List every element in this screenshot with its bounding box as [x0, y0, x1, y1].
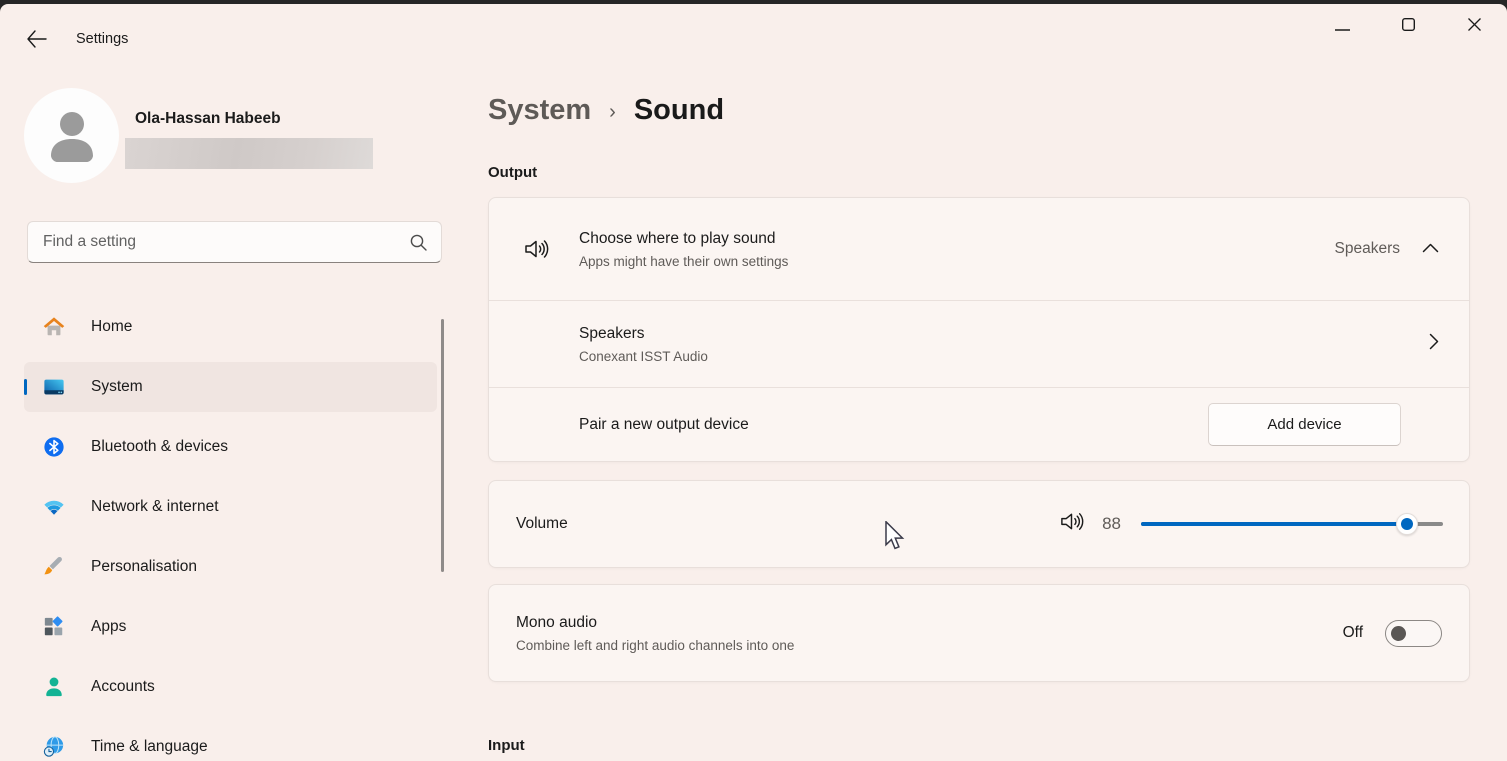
- close-icon: [1468, 18, 1481, 36]
- system-icon: [43, 376, 65, 398]
- choose-output-title: Choose where to play sound: [579, 230, 1335, 248]
- maximize-button[interactable]: [1375, 4, 1441, 50]
- mono-audio-card: Mono audio Combine left and right audio …: [488, 584, 1470, 682]
- sidebar-item-personalisation[interactable]: Personalisation: [24, 542, 437, 592]
- search-box: [27, 221, 442, 263]
- volume-slider[interactable]: [1141, 513, 1443, 535]
- sidebar-item-label: Home: [91, 318, 132, 336]
- choose-output-subtitle: Apps might have their own settings: [579, 254, 1335, 269]
- volume-slider-fill: [1141, 522, 1407, 526]
- home-icon: [43, 316, 65, 338]
- time-language-icon: [43, 736, 65, 758]
- sidebar: Ola-Hassan Habeeb: [0, 52, 460, 761]
- page-title: Sound: [634, 94, 724, 127]
- sidebar-item-label: Time & language: [91, 738, 208, 756]
- bluetooth-icon: [43, 436, 65, 458]
- window-title: Settings: [76, 31, 128, 47]
- close-button[interactable]: [1441, 4, 1507, 50]
- choose-output-row[interactable]: Choose where to play sound Apps might ha…: [489, 198, 1469, 300]
- output-section-label: Output: [488, 164, 1470, 181]
- sidebar-scrollbar[interactable]: [441, 319, 444, 572]
- profile[interactable]: Ola-Hassan Habeeb: [24, 88, 373, 183]
- sidebar-item-apps[interactable]: Apps: [24, 602, 437, 652]
- breadcrumb-separator: ›: [609, 101, 616, 124]
- sidebar-item-time-language[interactable]: Time & language: [24, 722, 437, 761]
- sidebar-item-label: Accounts: [91, 678, 155, 696]
- device-title: Speakers: [579, 325, 1429, 343]
- maximize-icon: [1402, 18, 1415, 36]
- speaker-icon: [523, 236, 549, 262]
- output-device-card: Choose where to play sound Apps might ha…: [488, 197, 1470, 462]
- search-icon: [410, 234, 427, 251]
- redacted-email: [125, 138, 373, 169]
- sidebar-item-label: Apps: [91, 618, 126, 636]
- mono-audio-state: Off: [1343, 624, 1363, 642]
- pair-device-row: Pair a new output device Add device: [489, 388, 1469, 461]
- sidebar-item-home[interactable]: Home: [24, 302, 437, 352]
- volume-card: Volume 88: [488, 480, 1470, 568]
- sidebar-item-system[interactable]: System: [24, 362, 437, 412]
- network-icon: [43, 496, 65, 518]
- sidebar-item-label: Bluetooth & devices: [91, 438, 228, 456]
- mono-audio-toggle[interactable]: [1385, 620, 1442, 647]
- pair-device-label: Pair a new output device: [579, 416, 1208, 434]
- breadcrumb: System › Sound: [488, 94, 1470, 127]
- profile-name: Ola-Hassan Habeeb: [135, 110, 373, 128]
- sidebar-item-bluetooth[interactable]: Bluetooth & devices: [24, 422, 437, 472]
- settings-window: Settings: [0, 4, 1507, 761]
- back-arrow-icon: [26, 30, 47, 53]
- mono-audio-title: Mono audio: [516, 614, 1343, 632]
- mono-audio-subtitle: Combine left and right audio channels in…: [516, 638, 1343, 653]
- avatar: [24, 88, 119, 183]
- volume-slider-handle-dot: [1401, 518, 1413, 530]
- back-button[interactable]: [22, 27, 50, 55]
- minimize-icon: [1335, 18, 1350, 36]
- sidebar-item-network[interactable]: Network & internet: [24, 482, 437, 532]
- input-section-label: Input: [488, 737, 1470, 754]
- sidebar-item-label: Network & internet: [91, 498, 219, 516]
- main-content: System › Sound Output: [460, 52, 1507, 761]
- person-icon: [47, 110, 97, 162]
- volume-value: 88: [1102, 514, 1121, 534]
- speakers-device-row[interactable]: Speakers Conexant ISST Audio: [489, 301, 1469, 387]
- selected-output-value: Speakers: [1335, 240, 1400, 258]
- toggle-knob: [1391, 626, 1406, 641]
- apps-icon: [43, 616, 65, 638]
- selected-indicator: [24, 379, 27, 395]
- chevron-up-icon: [1422, 240, 1439, 258]
- sidebar-item-label: Personalisation: [91, 558, 197, 576]
- sidebar-item-accounts[interactable]: Accounts: [24, 662, 437, 712]
- volume-speaker-icon: [1059, 509, 1084, 539]
- breadcrumb-system[interactable]: System: [488, 94, 591, 127]
- window-controls: [1309, 4, 1507, 52]
- accounts-icon: [43, 676, 65, 698]
- add-device-button[interactable]: Add device: [1208, 403, 1401, 446]
- titlebar: Settings: [0, 4, 1507, 52]
- sidebar-nav: Home System: [24, 302, 437, 761]
- device-subtitle: Conexant ISST Audio: [579, 349, 1429, 364]
- sidebar-item-label: System: [91, 378, 143, 396]
- search-input[interactable]: [28, 233, 410, 251]
- chevron-right-icon: [1429, 333, 1439, 355]
- personalisation-icon: [43, 556, 65, 578]
- minimize-button[interactable]: [1309, 4, 1375, 50]
- volume-slider-handle[interactable]: [1396, 513, 1418, 535]
- volume-label: Volume: [516, 515, 1059, 533]
